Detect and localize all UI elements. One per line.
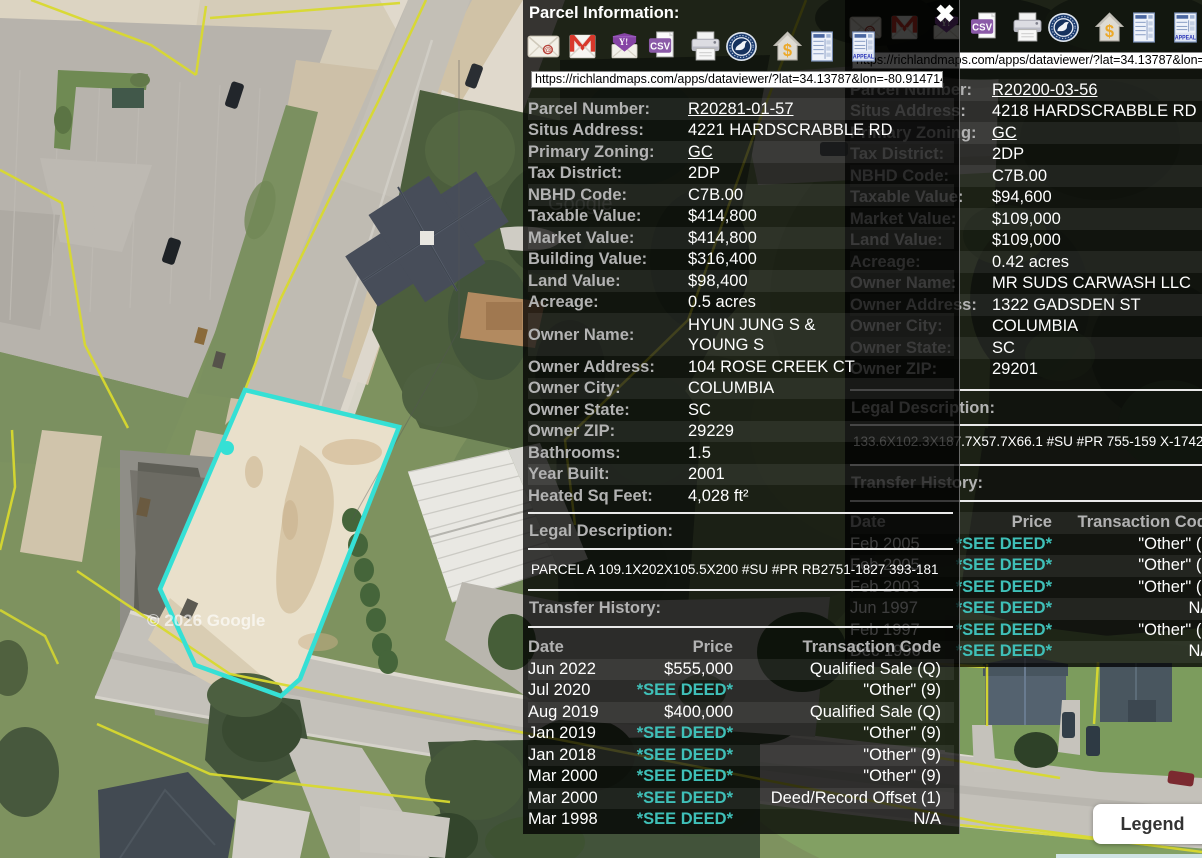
svg-text:© 2026 Google: © 2026 Google (147, 611, 265, 630)
